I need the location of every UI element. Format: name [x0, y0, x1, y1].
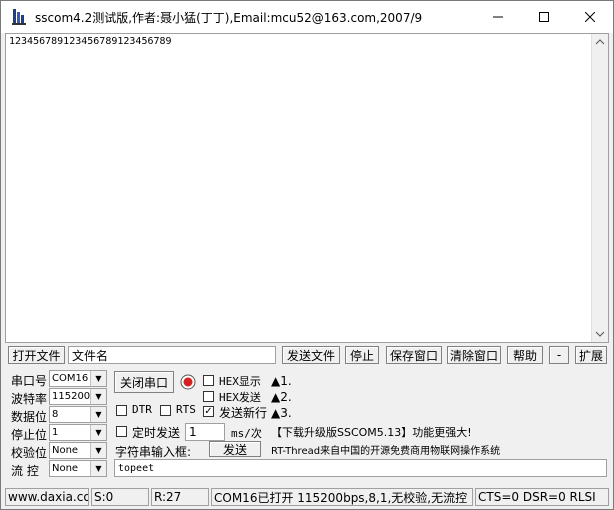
status-bar: www.daxia.cor S:0 R:27 COM16已打开 115200bp…: [1, 485, 613, 509]
timed-send-label: 定时发送: [132, 426, 181, 440]
chevron-down-icon: ▼: [90, 389, 106, 404]
port-select[interactable]: COM16 ▼: [49, 370, 107, 387]
save-window-button[interactable]: 保存窗口: [386, 346, 442, 364]
flow-label: 流 控: [11, 464, 39, 478]
interval-unit-label: ms/次: [231, 427, 262, 440]
chevron-down-icon: ▼: [90, 371, 106, 386]
clear-window-button[interactable]: 清除窗口: [447, 346, 501, 364]
close-button[interactable]: [567, 1, 613, 33]
port-label: 串口号: [11, 374, 48, 388]
maximize-button[interactable]: [521, 1, 567, 33]
upgrade-link[interactable]: 【下载升级版SSCOM5.13】功能更强大!: [271, 424, 472, 440]
timed-send-checkbox[interactable]: [116, 426, 127, 437]
scroll-up-icon: [595, 39, 605, 45]
dtr-label: DTR: [132, 403, 152, 416]
status-port-state: COM16已打开 115200bps,8,1,无校验,无流控: [211, 488, 473, 506]
chevron-down-icon: ▼: [90, 461, 106, 476]
flow-select[interactable]: None ▼: [49, 460, 107, 477]
expand-button[interactable]: 扩展: [575, 346, 607, 364]
baud-label: 波特率: [11, 392, 48, 406]
status-site: www.daxia.cor: [5, 488, 89, 506]
parity-value: None: [52, 445, 79, 456]
baud-value: 115200: [52, 391, 91, 402]
databits-value: 8: [52, 409, 59, 420]
input-label: 字符串输入框:: [115, 445, 192, 459]
minimize-button[interactable]: [475, 1, 521, 33]
hex-display-checkbox[interactable]: [203, 375, 214, 386]
parity-select[interactable]: None ▼: [49, 442, 107, 459]
close-icon: [585, 12, 595, 22]
info-line-2: ▲2.: [271, 390, 292, 404]
scroll-down-icon: [595, 331, 605, 337]
window-title: sscom4.2测试版,作者:聂小猛(丁丁),Email:mcu52@163.c…: [35, 11, 423, 25]
receive-scrollbar[interactable]: [591, 34, 608, 342]
flow-value: None: [52, 463, 79, 474]
stop-button[interactable]: 停止: [345, 346, 379, 364]
hex-display-label: HEX显示: [219, 375, 261, 388]
info-line-1: ▲1.: [271, 374, 292, 388]
baud-select[interactable]: 115200 ▼: [49, 388, 107, 405]
stopbits-label: 停止位: [11, 428, 48, 442]
info-line-3: ▲3.: [271, 406, 292, 420]
stopbits-select[interactable]: 1 ▼: [49, 424, 107, 441]
minimize-icon: [493, 16, 503, 18]
parity-label: 校验位: [11, 446, 48, 460]
app-window: sscom4.2测试版,作者:聂小猛(丁丁),Email:mcu52@163.c…: [0, 0, 614, 510]
string-input[interactable]: topeet: [114, 459, 607, 477]
collapse-button[interactable]: -: [549, 346, 569, 364]
send-newline-checkbox[interactable]: ✓: [203, 406, 214, 417]
send-newline-label: 发送新行: [219, 406, 268, 420]
receive-text: 123456789123456789123456789: [9, 36, 172, 47]
send-button[interactable]: 发送: [209, 441, 261, 457]
hex-send-label: HEX发送: [219, 391, 261, 404]
maximize-icon: [539, 12, 549, 22]
stopbits-value: 1: [52, 427, 59, 438]
help-button[interactable]: 帮助: [507, 346, 543, 364]
port-status-indicator-icon: [180, 374, 196, 390]
status-received-count: R:27: [151, 488, 209, 506]
port-value: COM16: [52, 373, 89, 384]
dtr-checkbox[interactable]: [116, 405, 127, 416]
chevron-down-icon: ▼: [90, 443, 106, 458]
status-sent-count: S:0: [91, 488, 149, 506]
send-file-button[interactable]: 发送文件: [282, 346, 340, 364]
close-port-button[interactable]: 关闭串口: [114, 371, 174, 393]
hex-send-checkbox[interactable]: [203, 391, 214, 402]
open-file-button[interactable]: 打开文件: [8, 346, 65, 364]
databits-label: 数据位: [11, 410, 48, 424]
filename-field[interactable]: 文件名: [68, 346, 276, 364]
interval-field[interactable]: 1: [185, 423, 225, 441]
status-signals: CTS=0 DSR=0 RLSI: [475, 488, 609, 506]
app-icon: [12, 9, 26, 25]
chevron-down-icon: ▼: [90, 425, 106, 440]
title-bar: sscom4.2测试版,作者:聂小猛(丁丁),Email:mcu52@163.c…: [1, 1, 613, 33]
chevron-down-icon: ▼: [90, 407, 106, 422]
databits-select[interactable]: 8 ▼: [49, 406, 107, 423]
receive-area[interactable]: 123456789123456789123456789: [5, 33, 609, 343]
rts-label: RTS: [176, 403, 196, 416]
rt-thread-link[interactable]: RT-Thread来自中国的开源免费商用物联网操作系统: [271, 442, 500, 457]
rts-checkbox[interactable]: [160, 405, 171, 416]
